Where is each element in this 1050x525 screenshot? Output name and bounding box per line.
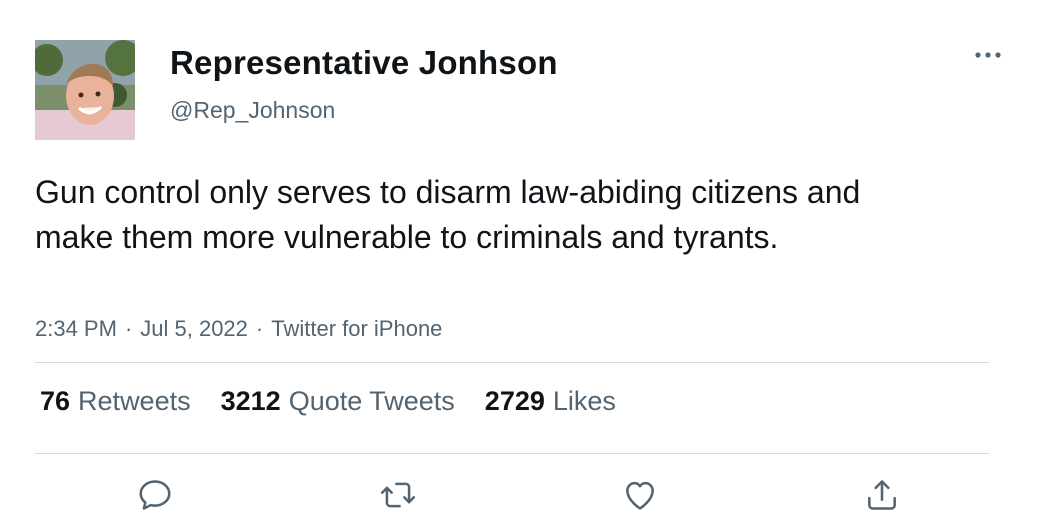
likes-label: Likes [552,386,616,416]
retweets-label: Retweets [78,386,191,416]
more-dots-icon [975,52,1001,58]
meta-separator: · [255,316,264,341]
author-display-name[interactable]: Representative Jonhson [170,44,558,82]
likes-count: 2729 [484,386,545,416]
tweet-card: Representative Jonhson @Rep_Johnson Gun … [0,0,1050,525]
tweet-meta: 2:34 PM · Jul 5, 2022 · Twitter for iPhone [35,316,442,342]
tweet-time[interactable]: 2:34 PM [35,316,117,341]
quote-tweets-label: Quote Tweets [288,386,455,416]
reply-button[interactable] [130,470,180,520]
quote-tweets-stat[interactable]: 3212 Quote Tweets [221,386,455,417]
heart-icon [626,481,654,510]
retweets-stat[interactable]: 76 Retweets [40,386,191,417]
author-handle[interactable]: @Rep_Johnson [170,97,335,124]
tweet-text: Gun control only serves to disarm law-ab… [35,174,861,255]
retweet-icon [380,482,416,508]
tweet-actions [0,470,1050,520]
meta-separator: · [124,316,133,341]
reply-icon [139,480,171,510]
more-options-button[interactable] [966,40,1010,70]
share-button[interactable] [857,470,907,520]
divider [35,362,989,363]
divider [35,453,989,454]
avatar[interactable] [35,40,135,140]
tweet-stats: 76 Retweets 3212 Quote Tweets 2729 Likes [40,386,646,417]
avatar-photo-icon [35,40,135,140]
retweets-count: 76 [40,386,71,416]
likes-stat[interactable]: 2729 Likes [485,386,616,417]
tweet-source[interactable]: Twitter for iPhone [271,316,442,341]
tweet-date[interactable]: Jul 5, 2022 [140,316,248,341]
like-button[interactable] [615,470,665,520]
share-icon [868,480,896,510]
retweet-button[interactable] [373,470,423,520]
quote-tweets-count: 3212 [220,386,281,416]
